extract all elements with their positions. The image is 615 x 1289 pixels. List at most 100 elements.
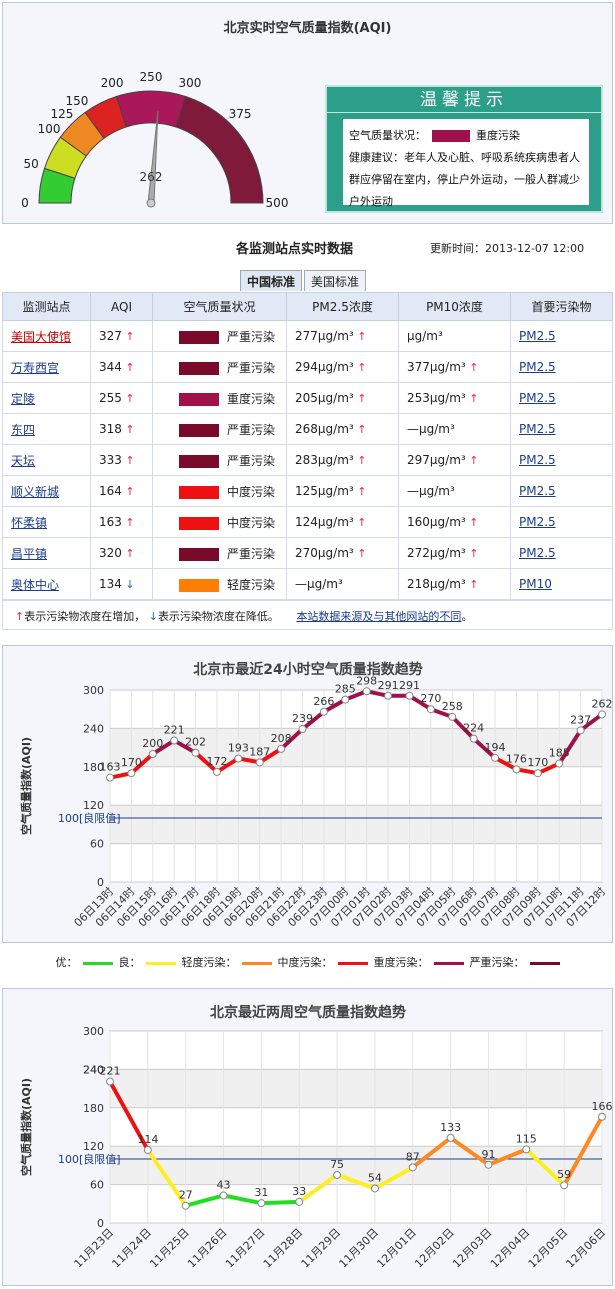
level-text: 严重污染 [227, 422, 276, 437]
station-link[interactable]: 顺义新城 [11, 485, 59, 499]
legend-line [529, 961, 560, 965]
level-text: 严重污染 [227, 360, 276, 375]
station-cell: 定陵 [2, 382, 91, 414]
arrow-up-icon: ↑ [15, 610, 25, 623]
tip-level-swatch [432, 130, 470, 142]
data-point [370, 1184, 379, 1193]
data-label: 115 [516, 1132, 537, 1145]
data-label: 54 [368, 1171, 382, 1184]
primary-pollutant-link[interactable]: PM2.5 [519, 422, 556, 436]
y-extra-label: 240 [83, 1063, 104, 1076]
primary-pollutant-link[interactable]: PM2.5 [519, 484, 556, 498]
gauge-needle-hub [146, 198, 156, 208]
station-link[interactable]: 美国大使馆 [11, 330, 71, 344]
data-label: 114 [137, 1133, 158, 1146]
arrow-up-icon: ↑ [353, 423, 367, 436]
station-link[interactable]: 定陵 [11, 392, 35, 406]
arrow-up-icon: ↑ [465, 516, 479, 529]
primary-pollutant-link[interactable]: PM2.5 [519, 546, 556, 560]
level-swatch [179, 454, 219, 468]
x-tick-label: 11月28日 [261, 1226, 306, 1271]
station-link[interactable]: 怀柔镇 [11, 516, 47, 530]
primary-pollutant-link[interactable]: PM2.5 [519, 391, 556, 405]
tab-china-standard[interactable]: 中国标准 [240, 270, 303, 291]
gauge-tick-label: 0 [21, 196, 29, 210]
legend-line [433, 961, 464, 965]
pm25-value: 283μg/m³ [295, 453, 354, 467]
pm25-value: 205μg/m³ [295, 391, 354, 405]
primary-cell: PM2.5 [510, 475, 613, 507]
aqi-cell: 327 ↑ [90, 320, 153, 352]
aqi-value: 318 [99, 422, 122, 436]
level-cell: 严重污染 [152, 351, 287, 383]
station-link[interactable]: 万寿西宫 [11, 361, 59, 375]
primary-cell: PM2.5 [510, 506, 613, 538]
station-link[interactable]: 天坛 [11, 454, 35, 468]
data-label: 59 [557, 1168, 571, 1181]
arrow-down-icon: ↓ [121, 578, 135, 591]
primary-pollutant-link[interactable]: PM2.5 [519, 453, 556, 467]
y-tick-label: 0 [97, 876, 104, 889]
tip-box: 温馨提示 空气质量状况： 重度污染 健康建议：老年人及心脏、呼吸系统疾病患者人群应… [325, 85, 603, 213]
table-row: 定陵 255 ↑ 重度污染 205μg/m³ ↑ 253μg/m³ ↑ PM2.5 [2, 382, 613, 414]
data-label: 224 [463, 722, 484, 735]
source-link-period: 。 [461, 610, 473, 623]
data-point [319, 707, 328, 716]
data-label: 193 [228, 741, 249, 754]
source-link[interactable]: 本站数据来源及与其他网站的不同 [296, 610, 461, 623]
x-tick-label: 12月02日 [412, 1226, 457, 1271]
primary-pollutant-link[interactable]: PM2.5 [519, 360, 556, 374]
level-cell: 中度污染 [152, 475, 287, 507]
data-point [143, 1146, 152, 1155]
aqi-cell: 134 ↓ [90, 568, 153, 600]
station-link[interactable]: 昌平镇 [11, 547, 47, 561]
data-label: 33 [292, 1185, 306, 1198]
primary-pollutant-link[interactable]: PM2.5 [519, 329, 556, 343]
level-swatch [179, 516, 219, 530]
data-label: 258 [442, 700, 463, 713]
pm25-cell: 268μg/m³ ↑ [286, 413, 399, 445]
pm10-cell: 297μg/m³ ↑ [398, 444, 511, 476]
data-point [257, 1199, 266, 1208]
data-point [598, 710, 606, 719]
aqi-value: 164 [99, 484, 122, 498]
legend-down-text: 表示污染物浓度在降低。 [157, 610, 279, 623]
pm25-value: 294μg/m³ [295, 360, 354, 374]
aqi-value: 344 [99, 360, 122, 374]
arrow-up-icon: ↑ [353, 454, 367, 467]
gauge-tick-label: 250 [140, 70, 163, 84]
arrow-up-icon: ↑ [353, 361, 367, 374]
pm10-value: 377μg/m³ [407, 360, 466, 374]
aqi-value: 320 [99, 546, 122, 560]
y-tick-label: 300 [83, 684, 104, 697]
legend-label: 轻度污染： [181, 956, 237, 969]
y-tick-label: 240 [83, 722, 104, 735]
data-point [484, 1160, 493, 1169]
pm25-cell: 294μg/m³ ↑ [286, 351, 399, 383]
legend-label: 优： [55, 956, 78, 969]
limit-label: 100[良限值] [58, 811, 121, 825]
station-link[interactable]: 奥体中心 [11, 578, 59, 592]
data-point [333, 1171, 342, 1179]
data-label: 221 [164, 724, 185, 737]
station-cell: 东四 [2, 413, 91, 445]
tab-us-standard[interactable]: 美国标准 [304, 270, 367, 291]
pm10-value: —μg/m³ [407, 422, 455, 436]
data-label: 208 [271, 732, 292, 745]
data-label: 27 [179, 1189, 193, 1202]
primary-pollutant-link[interactable]: PM2.5 [519, 515, 556, 529]
data-point [405, 691, 414, 700]
data-label: 172 [206, 755, 227, 768]
y-tick-label: 0 [97, 1217, 104, 1230]
updated-time: 更新时间：2013-12-07 12:00 [430, 242, 585, 255]
data-point [341, 695, 350, 704]
gauge-tick-label: 100 [38, 122, 61, 136]
grid-band [110, 1069, 602, 1108]
station-link[interactable]: 东四 [11, 423, 35, 437]
chart-24h: 北京市最近24小时空气质量指数趋势 0 60 120 180 240 300 100[良限值]… [2, 645, 613, 943]
level-swatch [179, 361, 219, 375]
primary-pollutant-link[interactable]: PM10 [519, 577, 552, 591]
pm25-cell: 205μg/m³ ↑ [286, 382, 399, 414]
pm25-value: 268μg/m³ [295, 422, 354, 436]
data-label: 298 [356, 674, 377, 687]
